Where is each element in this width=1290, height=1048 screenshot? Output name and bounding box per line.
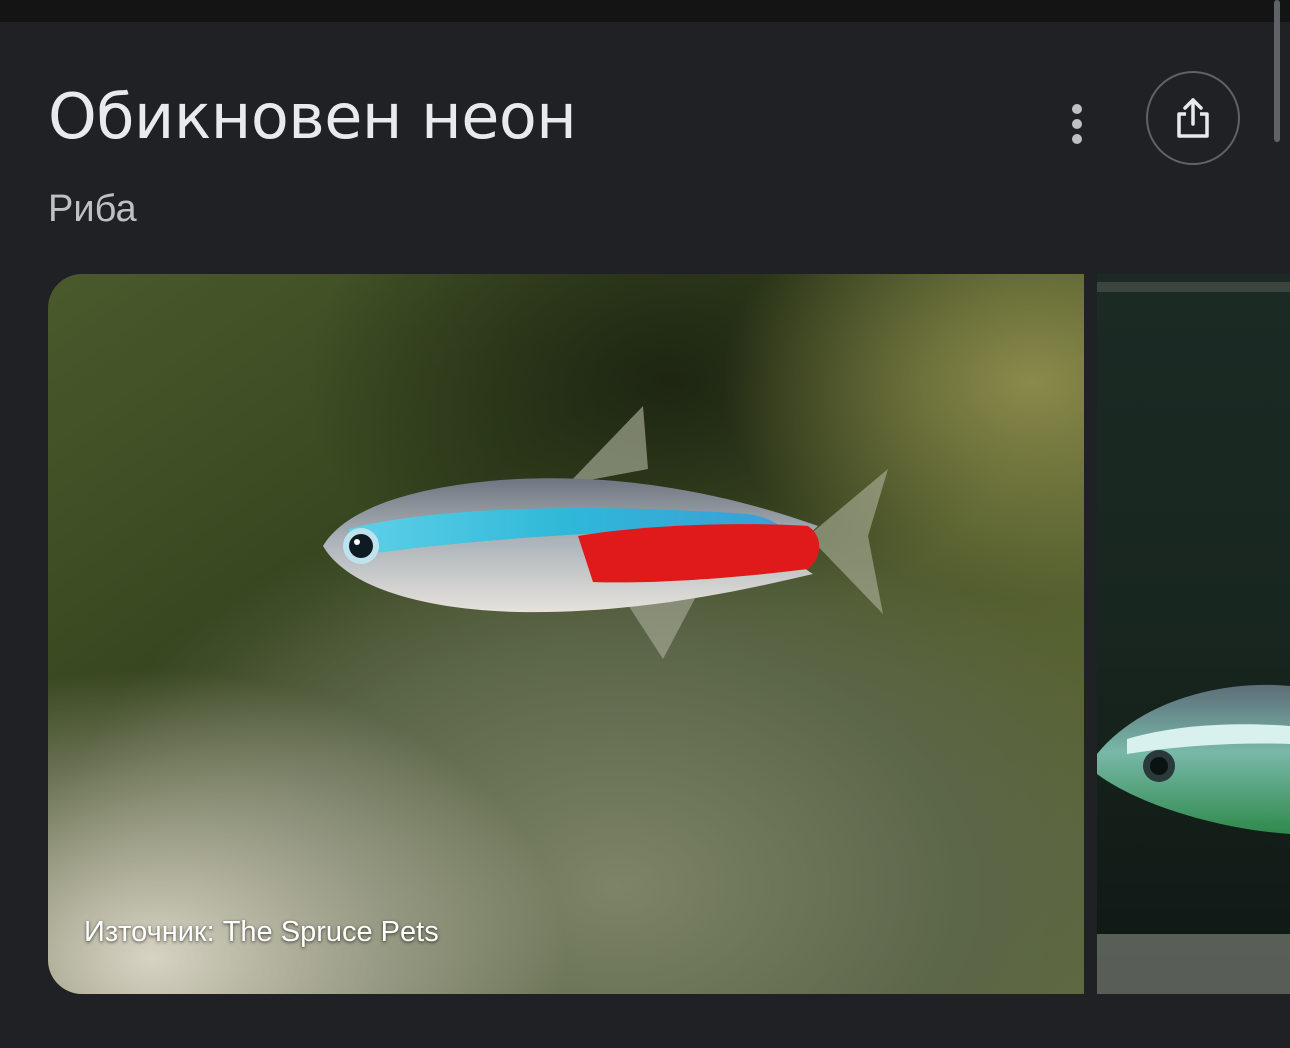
more-options-button[interactable] (1052, 98, 1102, 150)
fish-photo (48, 274, 1084, 994)
image-source-caption: Източник: The Spruce Pets (84, 916, 439, 948)
page-subtitle: Риба (48, 188, 137, 230)
description-text (48, 1030, 1248, 1048)
scrollbar[interactable] (1274, 0, 1280, 142)
carousel-image-1[interactable]: Източник: The Spruce Pets (48, 274, 1084, 994)
status-bar (0, 0, 1290, 22)
page-title: Обикновен неон (48, 80, 577, 153)
carousel-image-2[interactable] (1097, 274, 1290, 994)
share-icon (1177, 98, 1209, 138)
more-vert-icon (1072, 104, 1082, 144)
share-button[interactable] (1146, 71, 1240, 165)
fish-photo-2 (1097, 274, 1290, 994)
